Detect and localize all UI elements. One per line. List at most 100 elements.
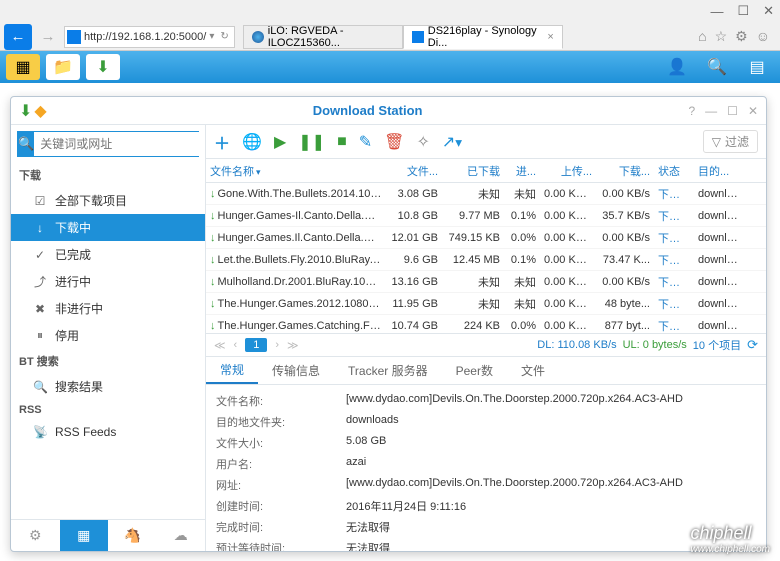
dsm-menu-button[interactable]: ▦ <box>6 54 40 80</box>
app-title: Download Station <box>47 103 689 118</box>
detail-value-user: azai <box>346 456 756 472</box>
squares-icon: ▦ <box>15 57 30 77</box>
detail-value-finished: 无法取得 <box>346 519 756 535</box>
table-row[interactable]: ↓Gone.With.The.Bullets.2014.108...3.08 G… <box>206 183 766 205</box>
sidebar-item-completed[interactable]: ✓已完成 <box>11 241 205 268</box>
sidebar-host-button[interactable]: ☁ <box>157 520 206 551</box>
tab-label: iLO: RGVEDA - ILOCZ15360... <box>268 25 394 49</box>
smile-icon[interactable]: ☺ <box>756 28 770 45</box>
sidebar-item-label: RSS Feeds <box>55 425 116 439</box>
window-close[interactable]: ✕ <box>763 3 774 19</box>
window-minimize[interactable]: — <box>710 4 723 19</box>
resume-button[interactable]: ▶ <box>274 132 286 152</box>
col-header-dest[interactable]: 目的... <box>694 163 744 179</box>
sidebar-item-label: 搜索结果 <box>55 378 103 395</box>
page-next-one-icon[interactable]: › <box>275 339 279 351</box>
search-box[interactable]: 🔍 <box>17 131 199 157</box>
check-icon: ✓ <box>33 248 47 262</box>
dsm-search-icon[interactable]: 🔍 <box>700 54 734 80</box>
refresh-button[interactable]: ⟳ <box>747 337 758 353</box>
dsm-widget-icon[interactable]: ▤ <box>740 54 774 80</box>
table-row[interactable]: ↓Hunger.Games-Il.Canto.Della.Riv...10.8 … <box>206 205 766 227</box>
cross-icon: ✖ <box>33 302 47 316</box>
delete-button[interactable]: 🗑 <box>384 132 404 152</box>
browser-tab[interactable]: DS216play - Synology Di... × <box>403 25 563 49</box>
arrow-down-icon: ↓ <box>210 232 216 244</box>
browser-tab[interactable]: iLO: RGVEDA - ILOCZ15360... <box>243 25 403 49</box>
nav-forward-button[interactable]: → <box>34 24 62 50</box>
page-prev-icon[interactable]: ≪ <box>214 339 226 352</box>
dsm-user-icon[interactable]: 👤 <box>660 54 694 80</box>
stop-button[interactable]: ■ <box>337 133 347 151</box>
clear-button[interactable]: ✧ <box>416 132 429 152</box>
app-maximize-icon[interactable]: ☐ <box>727 104 738 118</box>
detail-tab[interactable]: 文件 <box>507 357 559 384</box>
filter-input[interactable]: ▽ 过滤 <box>703 130 758 153</box>
add-button[interactable]: ＋ <box>214 130 230 154</box>
url-text: http://192.168.1.20:5000/ <box>84 31 206 43</box>
detail-tab[interactable]: 常规 <box>206 357 258 384</box>
sidebar-item-all[interactable]: ☑全部下载项目 <box>11 187 205 214</box>
pause-button[interactable]: ❚❚ <box>298 132 325 152</box>
sidebar-header-bt: BT 搜索 <box>11 349 205 373</box>
dropdown-icon[interactable]: ▾ <box>206 31 217 42</box>
sidebar-item-label: 停用 <box>55 327 79 344</box>
sidebar-settings-button[interactable]: ⚙ <box>11 520 60 551</box>
table-row[interactable]: ↓Mulholland.Dr.2001.BluRay.1080...13.16 … <box>206 271 766 293</box>
sidebar-item-rss[interactable]: 📡RSS Feeds <box>11 420 205 444</box>
sidebar-item-downloading[interactable]: ↓下载中 <box>11 214 205 241</box>
table-row[interactable]: ↓The.Hunger.Games.Catching.Fire...10.74 … <box>206 315 766 333</box>
table-row[interactable]: ↓The.Hunger.Games.2012.1080p....11.95 GB… <box>206 293 766 315</box>
app-help-icon[interactable]: ? <box>688 104 695 118</box>
dsm-download-button[interactable]: ⬇ <box>86 54 120 80</box>
table-row[interactable]: ↓Hunger.Games.Il.Canto.Della.Riv...12.01… <box>206 227 766 249</box>
home-icon[interactable]: ⌂ <box>698 28 706 45</box>
col-header-down[interactable]: 下载... <box>596 163 654 179</box>
add-url-button[interactable]: 🌐 <box>242 132 262 152</box>
search-icon: 🔍 <box>33 380 47 394</box>
sidebar-item-stopped[interactable]: ⏸停用 <box>11 322 205 349</box>
sidebar-schedule-button[interactable]: ▦ <box>60 520 109 551</box>
page-prev-one-icon[interactable]: ‹ <box>234 339 238 351</box>
arrow-down-icon: ↓ <box>210 210 216 222</box>
settings-icon[interactable]: ⚙ <box>735 28 748 45</box>
site-icon <box>67 30 81 44</box>
sidebar-item-btsearch[interactable]: 🔍 搜索结果 <box>11 373 205 400</box>
dsm-icon <box>412 31 424 43</box>
col-header-done[interactable]: 已下载 <box>442 163 504 179</box>
col-header-prog[interactable]: 进... <box>504 163 540 179</box>
detail-tab[interactable]: Peer数 <box>442 357 507 384</box>
favorite-icon[interactable]: ☆ <box>715 28 728 45</box>
refresh-icon[interactable]: ↻ <box>217 31 231 42</box>
nav-back-button[interactable]: ← <box>4 24 32 50</box>
edit-button[interactable]: ✎ <box>359 132 372 152</box>
dsm-filestation-button[interactable]: 📁 <box>46 54 80 80</box>
detail-label-name: 文件名称: <box>216 393 346 409</box>
dl-speed: DL: 110.08 KB/s <box>537 339 616 351</box>
sidebar-item-inactive[interactable]: ✖非进行中 <box>11 295 205 322</box>
col-header-size[interactable]: 文件... <box>386 163 442 179</box>
tab-close-icon[interactable]: × <box>547 31 553 43</box>
download-station-window: ⬇ ◆ Download Station ? — ☐ ✕ 🔍 下载 ☑全部下载项… <box>10 96 767 552</box>
emule-icon: 🐴 <box>124 527 141 544</box>
col-header-up[interactable]: 上传... <box>540 163 596 179</box>
col-header-name[interactable]: 文件名称 <box>206 163 386 179</box>
app-close-icon[interactable]: ✕ <box>748 104 758 118</box>
detail-value-eta: 无法取得 <box>346 540 756 551</box>
sidebar-item-active[interactable]: ⤴进行中 <box>11 268 205 295</box>
search-input[interactable] <box>34 132 201 156</box>
detail-tab[interactable]: 传输信息 <box>258 357 334 384</box>
detail-tab[interactable]: Tracker 服务器 <box>334 357 442 384</box>
sidebar-header-download: 下载 <box>11 163 205 187</box>
col-header-status[interactable]: 状态 <box>654 163 694 179</box>
table-row[interactable]: ↓Let.the.Bullets.Fly.2010.BluRay.1...9.6… <box>206 249 766 271</box>
address-bar[interactable]: http://192.168.1.20:5000/ ▾ ↻ <box>64 26 235 48</box>
app-minimize-icon[interactable]: — <box>705 104 717 118</box>
page-next-icon[interactable]: ≫ <box>287 339 299 352</box>
sidebar-emule-button[interactable]: 🐴 <box>108 520 157 551</box>
detail-label-dest: 目的地文件夹: <box>216 414 346 430</box>
action-button[interactable]: ↗▾ <box>442 132 462 152</box>
detail-value-name: [www.dydao.com]Devils.On.The.Doorstep.20… <box>346 393 756 409</box>
cloud-icon: ☁ <box>174 527 188 544</box>
window-maximize[interactable]: ☐ <box>737 3 749 19</box>
